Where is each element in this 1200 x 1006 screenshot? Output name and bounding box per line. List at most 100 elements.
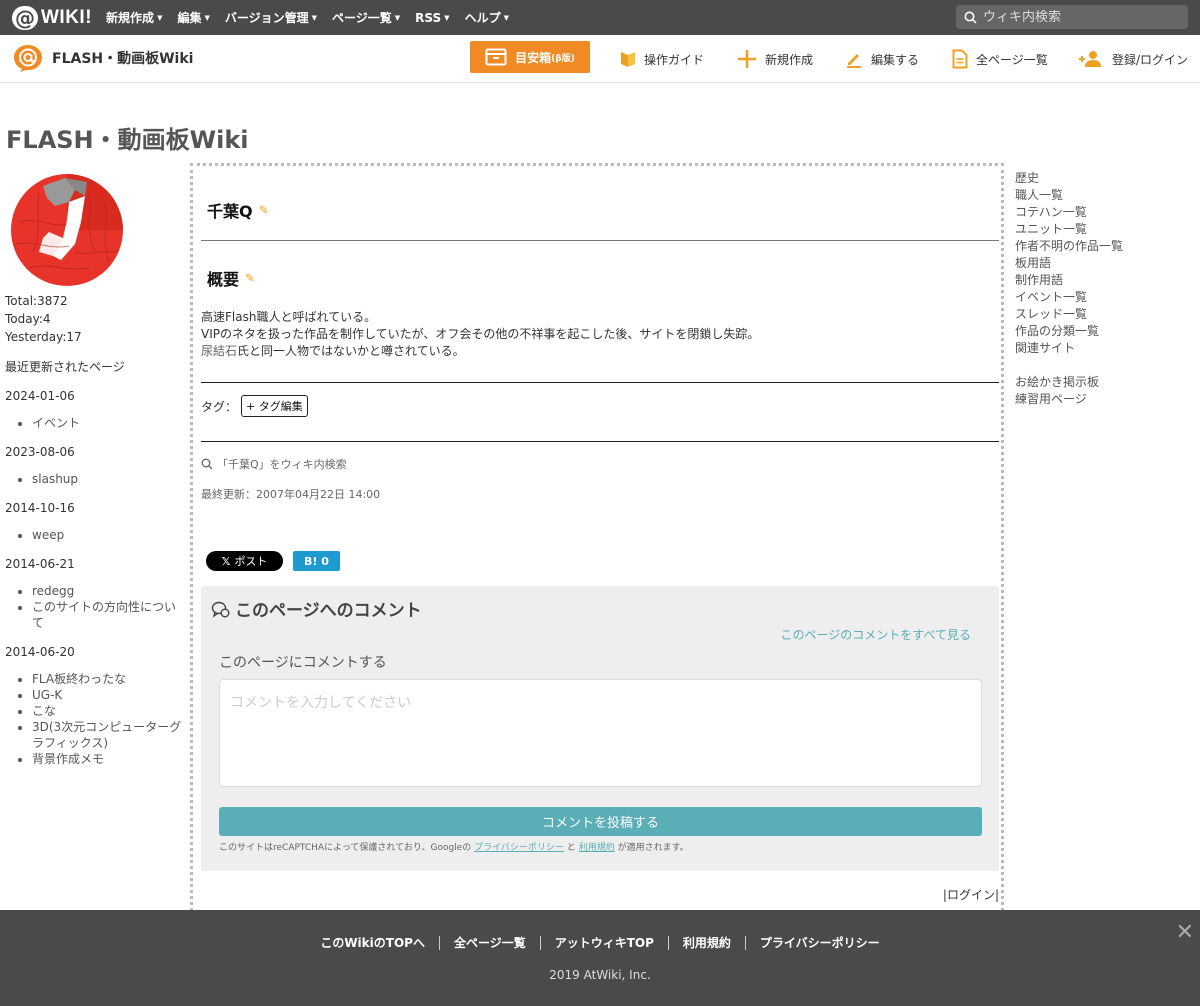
menu-help[interactable]: ヘルプ ▼ [465,9,509,26]
see-all-comments-link[interactable]: このページのコメントをすべて見る [781,626,971,643]
nav-edit[interactable]: 編集する [845,35,919,83]
menu-link[interactable]: スレッド一覧 [1015,306,1123,323]
right-sidebar: 歴史 職人一覧 コテハン一覧 ユニット一覧 作者不明の作品一覧 板用語 制作用語… [1015,170,1123,408]
wiki-search-link[interactable]: 「千葉Q」をウィキ内検索 [201,456,347,472]
caret-down-icon: ▼ [503,13,509,22]
suggestion-box-button[interactable]: 目安箱 (β版) [470,41,590,73]
recent-page-link[interactable]: UG-K [32,687,185,703]
site-brand[interactable]: FLASH・動画板Wiki [12,43,193,73]
menu-gap [1015,357,1123,374]
menu-link[interactable]: イベント一覧 [1015,289,1123,306]
footer-link-atwiki-top[interactable]: アットウィキTOP [539,936,668,950]
nav-new[interactable]: 新規作成 [737,35,813,83]
related-page-link[interactable]: 尿結石 [201,344,237,358]
tag-label: タグ： [201,399,238,414]
site-header: FLASH・動画板Wiki 目安箱 (β版) 操作ガイド 新規作成 編集する 全ペ… [0,35,1200,83]
copyright: 2019 AtWiki, Inc. [549,968,651,982]
nav-all-pages[interactable]: 全ページ一覧 [952,35,1048,83]
terms-link[interactable]: 利用規約 [579,843,615,853]
footer-link-wiki-top[interactable]: このWikiのTOPへ [306,936,439,950]
recent-date: 2014-06-21 [5,557,75,571]
login-link[interactable]: |ログイン| [943,886,999,903]
search-icon [964,11,977,24]
nav-guide[interactable]: 操作ガイド [620,35,704,83]
submit-comment-button[interactable]: コメントを投稿する [219,807,982,836]
at-logo-icon: @ [12,5,38,30]
recent-page-link[interactable]: slashup [32,471,185,487]
plus-icon [738,50,756,68]
close-icon[interactable]: ✕ [1176,920,1194,945]
section-heading: 概要 ✎ [207,270,256,289]
recent-page-link[interactable]: イベント [32,415,185,431]
top-bar: @ WIKI! 新規作成 ▼ 編集 ▼ バージョン管理 ▼ ページ一覧 ▼ RSS ▼ ヘ… [0,0,1200,35]
comment-title: このページへのコメント [211,596,422,621]
site-puzzle-globe-logo[interactable] [9,172,125,288]
document-icon [952,49,968,69]
caret-down-icon: ▼ [157,13,163,22]
footer-link-all-pages[interactable]: 全ページ一覧 [438,936,540,950]
menu-link[interactable]: お絵かき掲示板 [1015,374,1123,391]
recent-page-link[interactable]: FLA板終わったな [32,671,185,687]
menu-link[interactable]: 制作用語 [1015,272,1123,289]
menu-link[interactable]: 作者不明の作品一覧 [1015,238,1123,255]
menu-rss[interactable]: RSS ▼ [415,11,449,25]
comment-bubbles-icon [211,601,230,618]
footer: このWikiのTOPへ 全ページ一覧 アットウィキTOP 利用規約 プライバシー… [0,910,1200,1006]
recent-date: 2024-01-06 [5,389,75,403]
recent-date: 2014-10-16 [5,501,75,515]
menu-link[interactable]: ユニット一覧 [1015,221,1123,238]
footer-link-terms[interactable]: 利用規約 [667,936,745,950]
menu-link[interactable]: 歴史 [1015,170,1123,187]
menu-edit[interactable]: 編集 ▼ [177,9,209,26]
left-sidebar: Total:3872 Today:4 Yesterday:17 最近更新されたペ… [5,172,185,767]
article-heading: 千葉Q ✎ [207,202,269,221]
recent-list: FLA板終わったな UG-K こな 3D(3次元コンピューターグラフィックス) … [32,671,185,767]
menu-link[interactable]: 関連サイト [1015,340,1123,357]
menu-version[interactable]: バージョン管理 ▼ [225,9,317,26]
inbox-icon [485,48,507,66]
menu-new[interactable]: 新規作成 ▼ [106,9,162,26]
beta-label: (β版) [551,53,575,64]
footer-link-privacy[interactable]: プライバシーポリシー [744,936,894,950]
pencil-icon [847,54,861,68]
x-post-button[interactable]: 𝕏 ポスト [206,551,283,571]
recent-page-link[interactable]: こな [32,703,185,719]
recent-page-link[interactable]: 背景作成メモ [32,751,185,767]
wiki-search-input[interactable] [983,9,1173,25]
caret-down-icon: ▼ [394,13,401,22]
tag-edit-button[interactable]: + タグ編集 [241,395,308,417]
body-line: 高速Flash職人と呼ばれている。 [201,310,377,324]
hatena-bookmark-button[interactable]: B! 0 [293,551,340,571]
edit-pencil-icon[interactable]: ✎ [245,271,255,285]
comment-subtitle: このページにコメントする [219,655,387,671]
wiki-search [956,5,1188,29]
caret-down-icon: ▼ [204,13,210,22]
recent-list: イベント [32,415,185,431]
add-user-icon [1079,51,1101,67]
menu-link[interactable]: 作品の分類一覧 [1015,323,1123,340]
nav-login[interactable]: 登録/ログイン [1078,35,1188,83]
menu-link[interactable]: 職人一覧 [1015,187,1123,204]
recent-page-link[interactable]: redegg [32,583,185,599]
comment-input[interactable] [219,679,982,787]
article-body: 高速Flash職人と呼ばれている。 VIPのネタを扱った作品を制作していたが、オ… [201,309,759,360]
menu-link[interactable]: コテハン一覧 [1015,204,1123,221]
privacy-policy-link[interactable]: プライバシーポリシー [474,843,564,853]
menu-pages[interactable]: ページ一覧 ▼ [332,9,400,26]
menu-link[interactable]: 練習用ページ [1015,391,1123,408]
recent-page-link[interactable]: 3D(3次元コンピューターグラフィックス) [32,719,185,751]
edit-pencil-icon[interactable]: ✎ [259,203,269,217]
access-counter: Total:3872 Today:4 Yesterday:17 [5,292,185,346]
recent-page-link[interactable]: このサイトの方向性について [32,599,185,631]
last-updated: 最終更新：2007年04月22日 14:00 [201,488,381,501]
body-line: VIPのネタを扱った作品を制作していたが、オフ会その他の不祥事を起こした後、サイ… [201,327,760,341]
counter-yesterday: Yesterday:17 [5,330,82,344]
menu-link[interactable]: 板用語 [1015,255,1123,272]
atwiki-logo[interactable]: @ WIKI! [12,5,93,30]
recent-page-link[interactable]: weep [32,527,185,543]
beginner-mark-icon [621,52,635,67]
comment-section: このページへのコメント このページのコメントをすべて見る このページにコメントす… [201,586,999,871]
page-title[interactable]: FLASH・動画板Wiki [6,120,249,155]
recaptcha-notice: このサイトはreCAPTCHAによって保護されており、Googleの プライバシ… [219,843,689,853]
logo-text: WIKI! [41,6,93,28]
